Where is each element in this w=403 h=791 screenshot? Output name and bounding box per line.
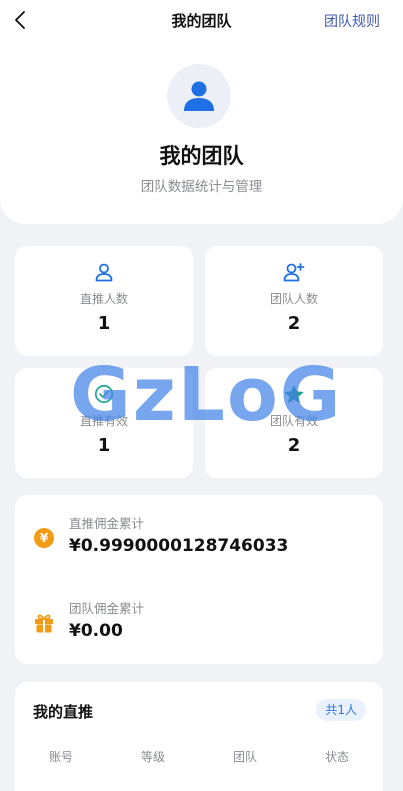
- direct-list-title: 我的直推: [33, 703, 94, 721]
- stat-card-team-count: 团队人数 2: [205, 246, 383, 356]
- stat-label: 直推有效: [79, 414, 128, 428]
- avatar: [167, 64, 231, 128]
- team-title: 我的团队: [159, 144, 244, 168]
- column-header-account: 账号: [48, 750, 73, 764]
- person-add-icon: [283, 263, 305, 282]
- person-icon: [95, 263, 113, 282]
- check-circle-icon: [94, 384, 114, 404]
- nav-bar: 我的团队 团队规则: [0, 0, 403, 40]
- yen-symbol: ¥: [40, 531, 49, 545]
- commission-label: 团队佣金累计: [69, 601, 145, 616]
- column-header-team: 团队: [232, 750, 257, 764]
- commission-card: ¥ 直推佣金累计 ¥0.9990000128746033 团队佣金累计 ¥0.0…: [15, 495, 383, 664]
- stat-value: 1: [97, 313, 111, 334]
- star-icon: [284, 385, 304, 404]
- commission-row-direct: ¥ 直推佣金累计 ¥0.9990000128746033: [15, 513, 383, 573]
- yen-coin-icon: ¥: [34, 528, 54, 548]
- stat-value: 2: [287, 313, 301, 334]
- stat-value: 2: [287, 435, 301, 456]
- direct-count-badge: 共1人: [316, 699, 366, 721]
- column-header-status: 状态: [324, 750, 349, 764]
- stat-label: 团队有效: [269, 414, 318, 428]
- commission-label: 直推佣金累计: [69, 516, 145, 531]
- direct-list-card: 我的直推 共1人 账号 等级 团队 状态: [15, 682, 383, 791]
- stat-card-direct-count: 直推人数 1: [15, 246, 193, 356]
- gift-icon: [35, 614, 53, 633]
- stat-label: 直推人数: [79, 292, 128, 306]
- stat-card-team-valid: 团队有效 2: [205, 368, 383, 478]
- stat-card-direct-valid: 直推有效 1: [15, 368, 193, 478]
- team-page: 我的团队 团队规则 我的团队 团队数据统计与管理 直推人数 1 团队人数 2 直…: [0, 0, 403, 791]
- team-rules-link[interactable]: 团队规则: [324, 11, 380, 31]
- column-header-level: 等级: [140, 750, 165, 764]
- table-header: 账号 等级 团队 状态: [15, 748, 383, 766]
- header-section: 我的团队 团队规则 我的团队 团队数据统计与管理: [0, 0, 403, 224]
- stat-value: 1: [97, 435, 111, 456]
- user-icon: [184, 81, 214, 111]
- team-subtitle: 团队数据统计与管理: [140, 179, 263, 195]
- commission-row-team: 团队佣金累计 ¥0.00: [15, 598, 383, 658]
- commission-value: ¥0.00: [69, 621, 123, 641]
- commission-value: ¥0.9990000128746033: [69, 536, 289, 556]
- stat-label: 团队人数: [269, 292, 318, 306]
